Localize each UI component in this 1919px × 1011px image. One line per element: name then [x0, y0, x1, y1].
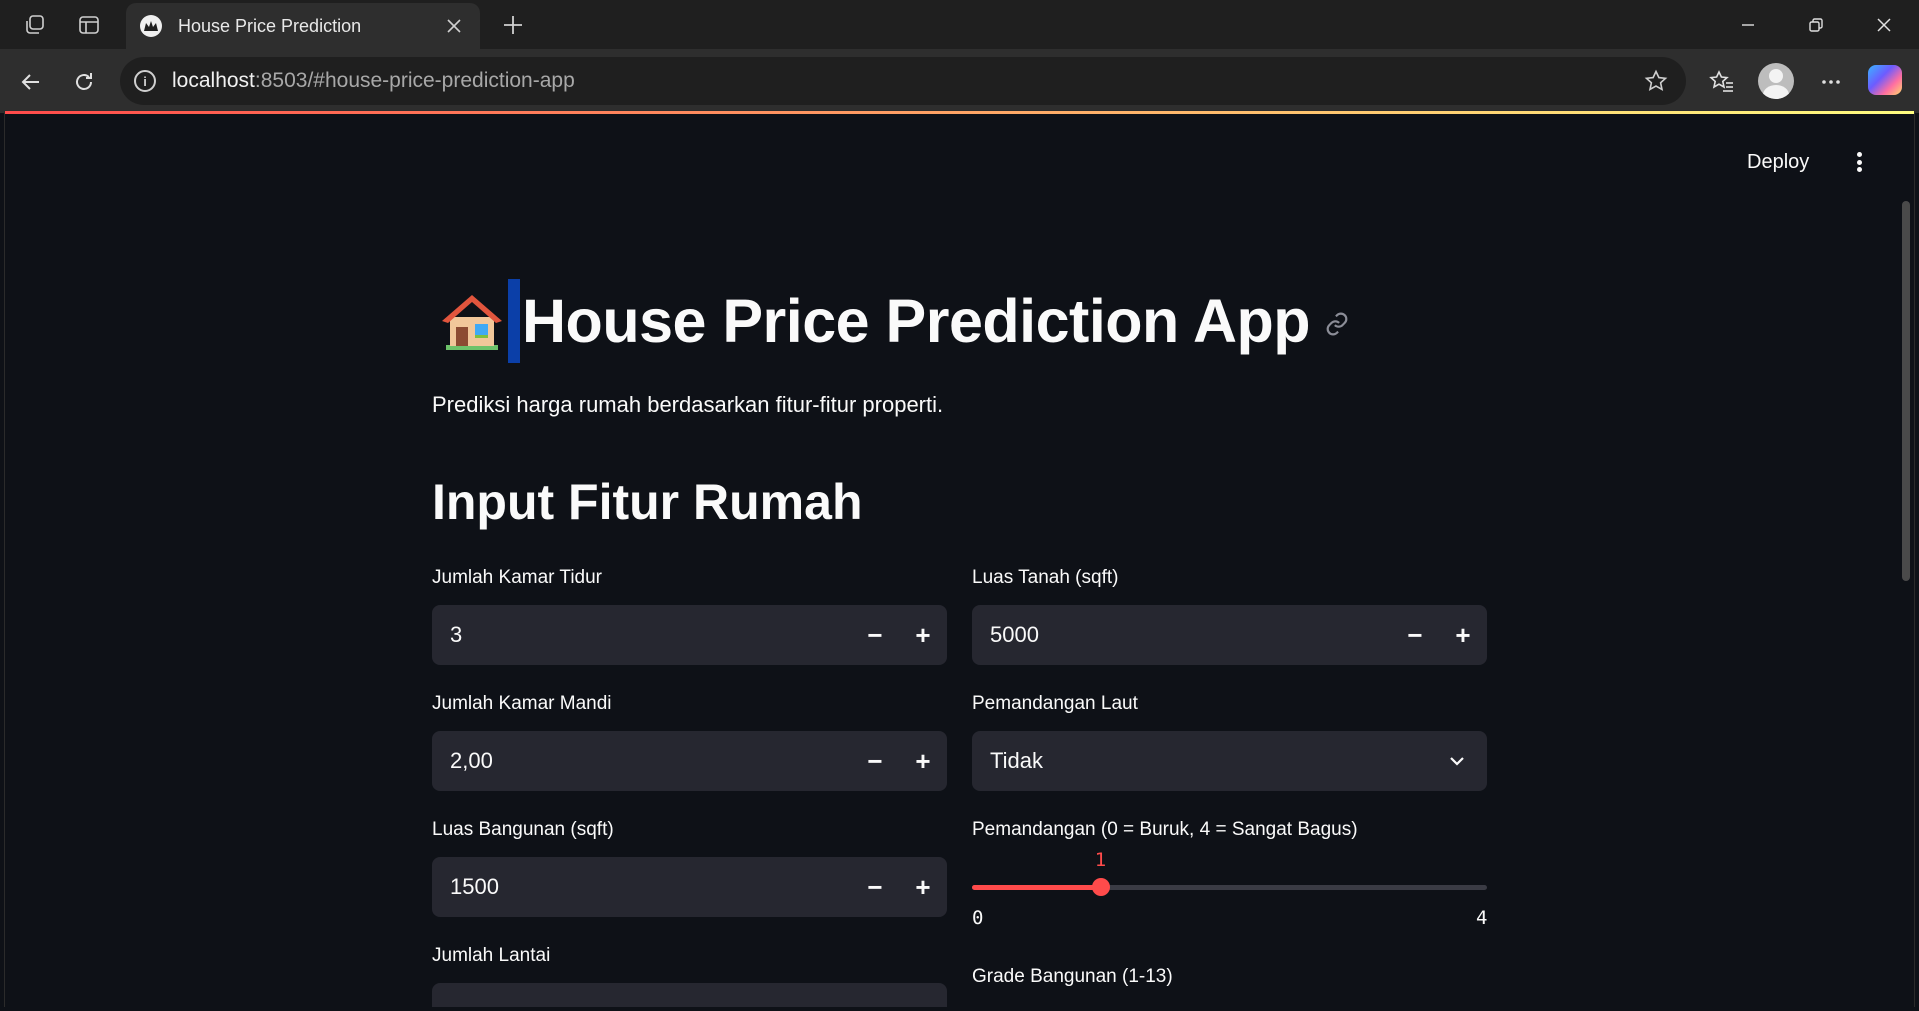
bedrooms-value[interactable]: 3: [432, 622, 851, 648]
bedrooms-increment-button[interactable]: +: [899, 605, 947, 665]
living-area-input[interactable]: 1500 − +: [432, 857, 947, 917]
new-tab-button[interactable]: [496, 8, 530, 42]
floors-input[interactable]: [432, 983, 947, 1007]
view-slider-value: 1: [1094, 849, 1107, 871]
bedrooms-decrement-button[interactable]: −: [851, 605, 899, 665]
favorites-icon[interactable]: [1705, 65, 1739, 99]
text-cursor: [508, 279, 520, 363]
living-area-value[interactable]: 1500: [432, 874, 851, 900]
profile-avatar[interactable]: [1758, 63, 1794, 99]
lot-area-value[interactable]: 5000: [972, 622, 1391, 648]
grade-label: Grade Bangunan (1-13): [972, 966, 1173, 987]
address-bar[interactable]: i localhost:8503/#house-price-prediction…: [120, 57, 1686, 105]
bathrooms-label: Jumlah Kamar Mandi: [432, 693, 612, 714]
bathrooms-input[interactable]: 2,00 − +: [432, 731, 947, 791]
restore-button[interactable]: [1782, 0, 1850, 49]
living-area-decrement-button[interactable]: −: [851, 857, 899, 917]
anchor-link-icon[interactable]: [1324, 311, 1350, 342]
living-area-label: Luas Bangunan (sqft): [432, 819, 614, 840]
waterfront-select[interactable]: Tidak: [972, 731, 1487, 791]
bedrooms-label: Jumlah Kamar Tidur: [432, 567, 603, 588]
bedrooms-input[interactable]: 3 − +: [432, 605, 947, 665]
close-window-button[interactable]: [1850, 0, 1918, 49]
streamlit-favicon-icon: [140, 15, 162, 37]
view-slider-fill: [972, 885, 1101, 890]
bathrooms-increment-button[interactable]: +: [899, 731, 947, 791]
floors-label: Jumlah Lantai: [432, 945, 551, 966]
view-slider[interactable]: 1: [972, 849, 1487, 896]
minimize-button[interactable]: [1714, 0, 1782, 49]
scrollbar[interactable]: [1902, 201, 1910, 581]
favorite-star-icon[interactable]: [1644, 69, 1668, 98]
reload-button[interactable]: [67, 65, 101, 99]
view-slider-max: 4: [1476, 907, 1488, 929]
lot-area-decrement-button[interactable]: −: [1391, 605, 1439, 665]
url-text[interactable]: localhost:8503/#house-price-prediction-a…: [172, 69, 575, 93]
app-viewport: Deploy House Price Prediction App Predik…: [4, 111, 1915, 1007]
workspaces-icon[interactable]: [20, 10, 50, 40]
waterfront-label: Pemandangan Laut: [972, 693, 1138, 714]
main-menu-icon[interactable]: [1847, 149, 1871, 175]
back-button[interactable]: [14, 65, 48, 99]
page-subtitle: Prediksi harga rumah berdasarkan fitur-f…: [432, 392, 944, 417]
view-label: Pemandangan (0 = Buruk, 4 = Sangat Bagus…: [972, 819, 1358, 840]
deploy-button[interactable]: Deploy: [1747, 151, 1809, 174]
browser-nav-bar: i localhost:8503/#house-price-prediction…: [0, 49, 1919, 113]
bathrooms-value[interactable]: 2,00: [432, 748, 851, 774]
tab-actions-icon[interactable]: [74, 10, 104, 40]
site-info-icon[interactable]: i: [134, 70, 156, 92]
tab-title: House Price Prediction: [178, 15, 362, 36]
tab-house-price-prediction[interactable]: House Price Prediction: [126, 3, 480, 49]
section-heading: Input Fitur Rumah: [432, 474, 863, 530]
close-tab-icon[interactable]: [442, 14, 466, 38]
browser-tab-bar: House Price Prediction: [0, 0, 1919, 49]
header-decoration: [5, 111, 1914, 114]
house-icon: [440, 289, 504, 353]
view-slider-min: 0: [972, 907, 984, 929]
living-area-increment-button[interactable]: +: [899, 857, 947, 917]
lot-area-label: Luas Tanah (sqft): [972, 567, 1119, 588]
waterfront-selected-value: Tidak: [990, 748, 1043, 773]
more-options-icon[interactable]: [1814, 65, 1848, 99]
chevron-down-icon[interactable]: [1427, 752, 1487, 770]
view-slider-thumb[interactable]: [1091, 878, 1110, 896]
bathrooms-decrement-button[interactable]: −: [851, 731, 899, 791]
url-host: localhost: [172, 69, 255, 92]
url-path: :8503/#house-price-prediction-app: [254, 69, 575, 92]
copilot-icon[interactable]: [1868, 65, 1902, 95]
lot-area-input[interactable]: 5000 − +: [972, 605, 1487, 665]
page-title: House Price Prediction App: [522, 287, 1311, 355]
lot-area-increment-button[interactable]: +: [1439, 605, 1487, 665]
page-title-row: House Price Prediction App: [440, 279, 1350, 363]
